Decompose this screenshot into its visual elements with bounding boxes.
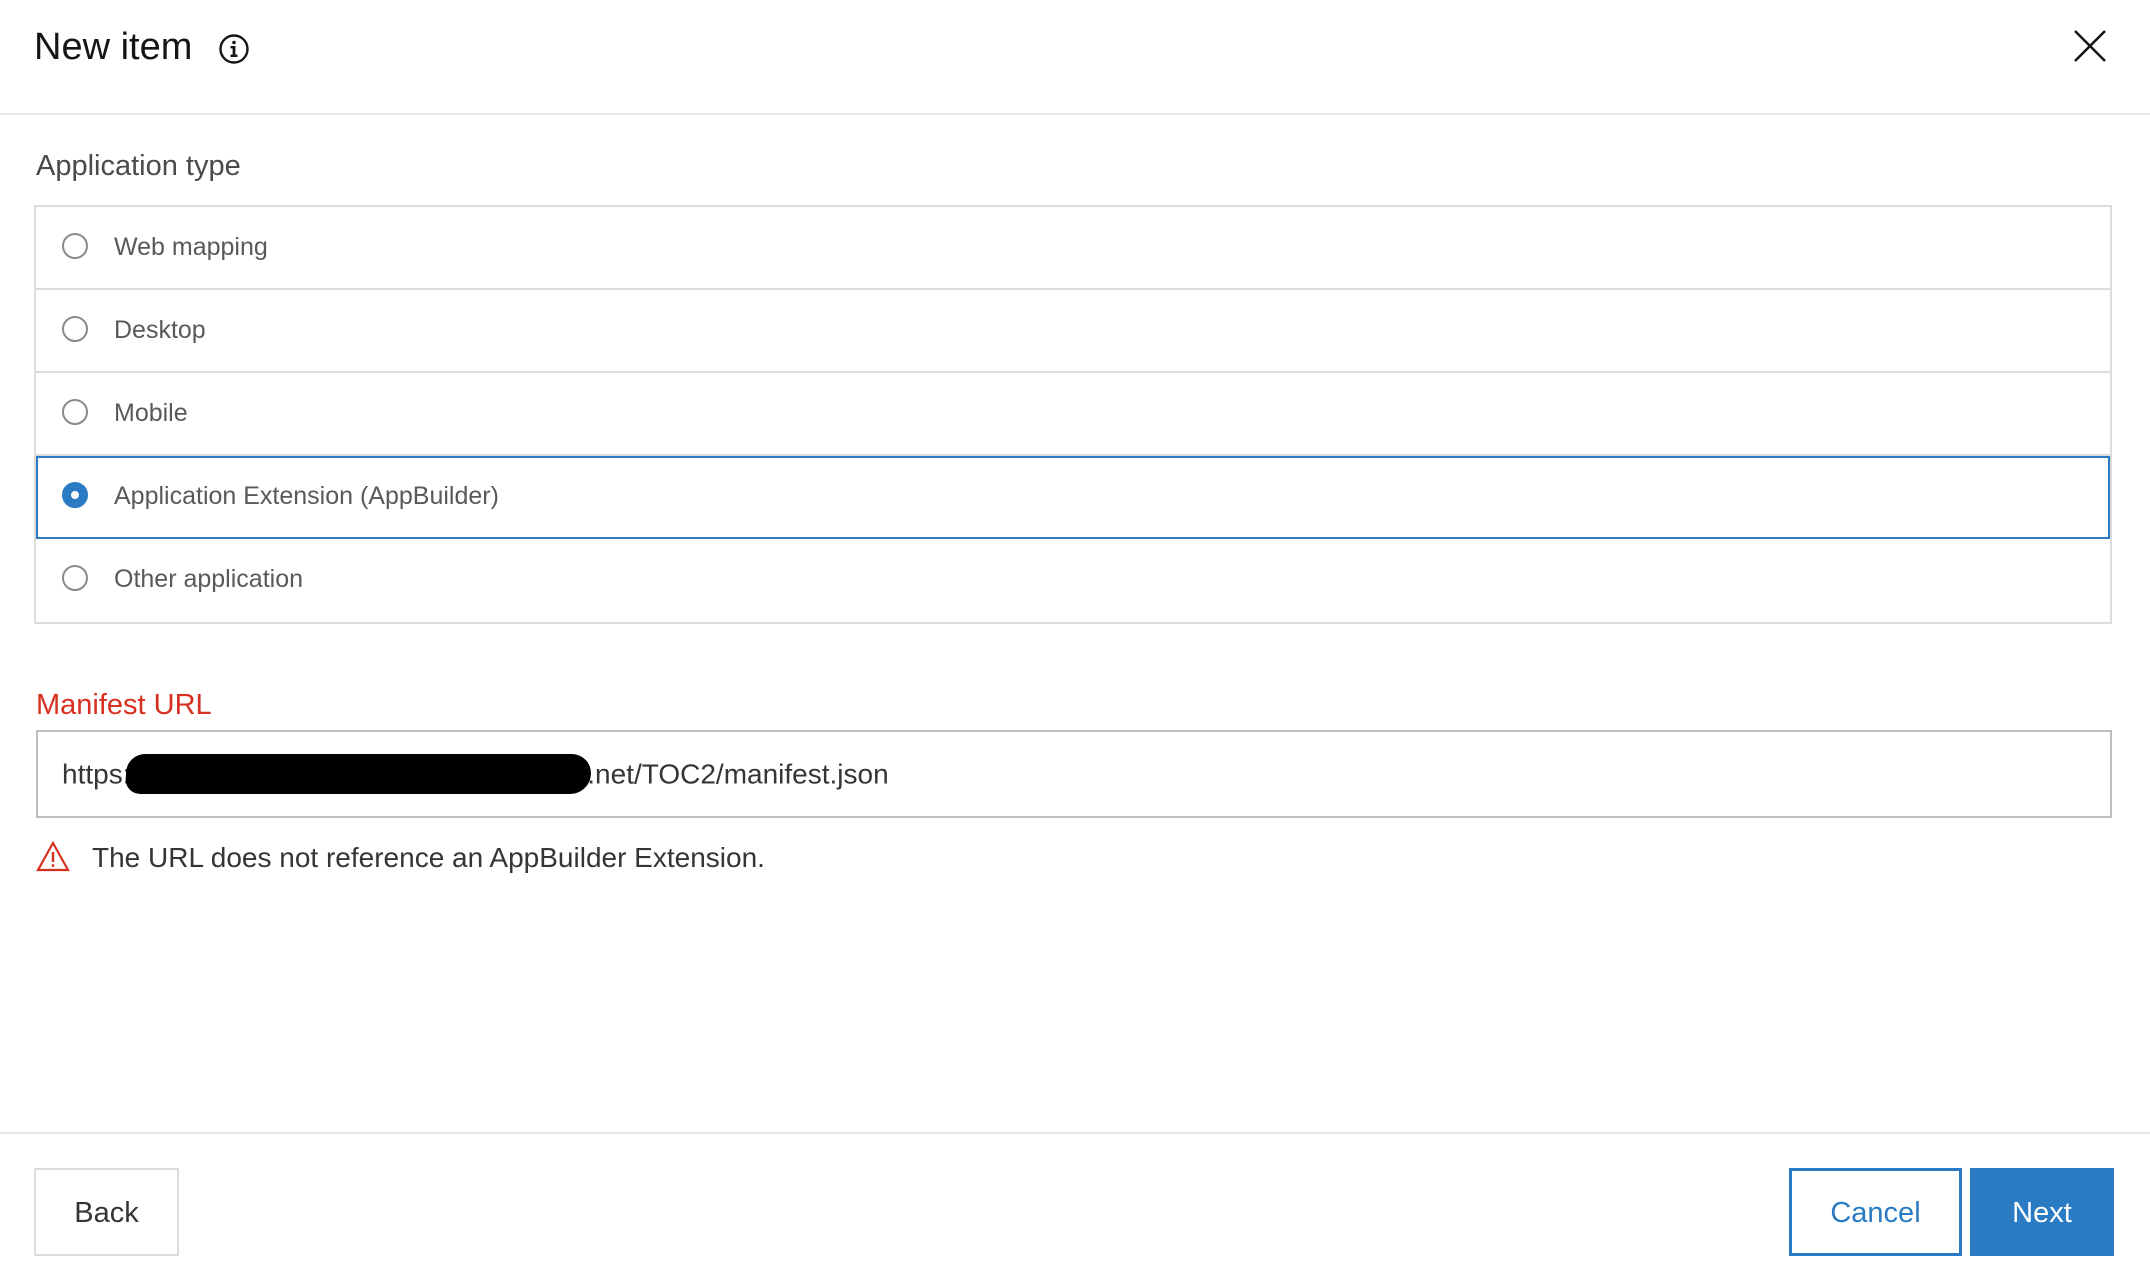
- manifest-url-value: https:/.net/TOC2/manifest.json: [62, 754, 889, 796]
- error-message: The URL does not reference an AppBuilder…: [92, 842, 765, 873]
- redaction-mark: [124, 754, 593, 794]
- warning-triangle-icon: [36, 840, 70, 872]
- application-type-label: Application type: [36, 150, 241, 182]
- radio-button[interactable]: [62, 233, 88, 259]
- dialog-footer: Back Cancel Next: [0, 1132, 2150, 1278]
- dialog-header: New item: [0, 0, 2150, 115]
- manifest-url-input[interactable]: https:/.net/TOC2/manifest.json: [36, 730, 2112, 818]
- radio-option-label: Application Extension (AppBuilder): [114, 482, 499, 510]
- radio-option-application-extension[interactable]: Application Extension (AppBuilder): [36, 456, 2110, 539]
- radio-option-desktop[interactable]: Desktop: [36, 290, 2110, 373]
- application-type-radio-group: Web mapping Desktop Mobile Application E…: [34, 205, 2112, 624]
- radio-button[interactable]: [62, 399, 88, 425]
- radio-option-label: Desktop: [114, 316, 206, 344]
- back-button[interactable]: Back: [34, 1168, 179, 1256]
- radio-option-web-mapping[interactable]: Web mapping: [36, 207, 2110, 290]
- manifest-url-label: Manifest URL: [36, 689, 212, 721]
- url-suffix: .net/TOC2/manifest.json: [587, 758, 889, 790]
- dialog-title: New item: [34, 26, 193, 68]
- radio-option-label: Other application: [114, 565, 304, 593]
- close-x-icon[interactable]: [2070, 26, 2110, 66]
- new-item-dialog: New item Application type Web mapping De…: [0, 0, 2150, 1278]
- info-circle-icon[interactable]: [218, 33, 250, 65]
- radio-option-mobile[interactable]: Mobile: [36, 373, 2110, 456]
- radio-option-label: Mobile: [114, 399, 188, 427]
- radio-button[interactable]: [62, 565, 88, 591]
- next-button[interactable]: Next: [1970, 1168, 2114, 1256]
- radio-button[interactable]: [62, 316, 88, 342]
- cancel-button[interactable]: Cancel: [1789, 1168, 1962, 1256]
- radio-option-label: Web mapping: [114, 233, 268, 261]
- radio-button-checked[interactable]: [62, 482, 88, 508]
- radio-option-other-application[interactable]: Other application: [36, 539, 2110, 622]
